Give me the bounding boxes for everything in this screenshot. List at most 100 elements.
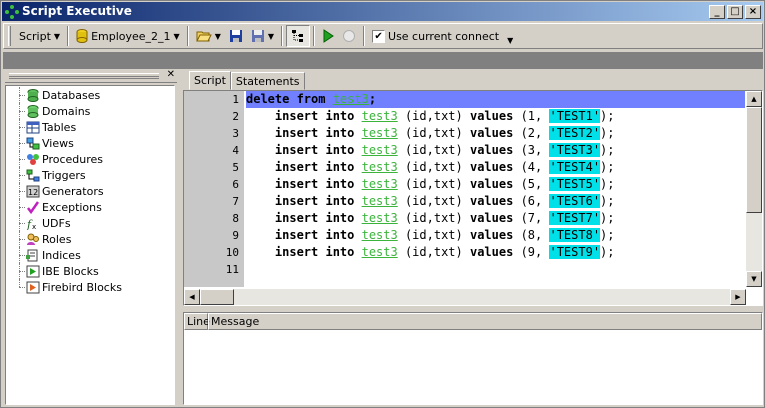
tab-statements[interactable]: Statements [230,72,305,90]
table-link[interactable]: test3 [362,177,398,191]
table-link[interactable]: test3 [362,245,398,259]
table-link[interactable]: test3 [362,126,398,140]
code-line[interactable]: insert into test3 (id,txt) values (1, 'T… [246,108,745,125]
script-editor[interactable]: 1 2 3 4 5 6 7 8 9 10 11 delete from test… [183,90,763,306]
sql-keyword: delete from [246,92,333,106]
domain-icon [27,104,39,118]
sql-value: (3, [520,143,550,157]
line-number: 8 [232,212,239,225]
table-link[interactable]: test3 [362,211,398,225]
code-line[interactable]: insert into test3 (id,txt) values (5, 'T… [246,176,745,193]
tree-item-exceptions[interactable]: Exceptions [6,199,174,215]
scroll-thumb[interactable] [200,289,234,305]
tree-item-label: Procedures [42,152,103,166]
svg-text:12: 12 [28,188,38,197]
code-line[interactable]: insert into test3 (id,txt) values (3, 'T… [246,142,745,159]
tree-item-firebird-blocks[interactable]: Firebird Blocks [6,279,174,295]
vertical-scrollbar[interactable]: ▲ ▼ [746,91,762,287]
code-line[interactable]: insert into test3 (id,txt) values (4, 'T… [246,159,745,176]
code-line[interactable]: insert into test3 (id,txt) values (6, 'T… [246,193,745,210]
tree-item-triggers[interactable]: Triggers [6,167,174,183]
sql-value: (6, [520,194,550,208]
close-button[interactable]: × [745,4,761,19]
line-number: 4 [232,144,239,157]
column-header-line[interactable]: Line [184,313,210,330]
connection-select[interactable]: Employee_2_1 ▼ [72,25,184,47]
sql-value: (4, [520,160,550,174]
code-line[interactable]: insert into test3 (id,txt) values (9, 'T… [246,244,745,261]
code-line[interactable]: insert into test3 (id,txt) values (7, 'T… [246,210,745,227]
stop-button[interactable] [338,25,360,47]
tree-item-roles[interactable]: Roles [6,231,174,247]
checkbox-check-icon[interactable]: ✔ [372,29,386,43]
panel-grip[interactable] [9,73,159,79]
database-icon [76,29,88,43]
run-button[interactable] [318,25,338,47]
exception-icon [27,200,40,214]
tree-structure-icon [292,30,304,42]
tree-item-label: Tables [42,120,77,134]
table-link[interactable]: test3 [362,228,398,242]
sql-punct: ); [600,228,615,242]
object-tree-panel: ✕ Databases Domains Tables Views Procedu… [5,69,177,405]
line-number: 6 [232,178,239,191]
svg-text:x: x [32,223,36,230]
minimize-button[interactable]: _ [709,4,725,19]
sql-value: (5, [520,177,550,191]
save-button[interactable] [225,25,247,47]
open-button[interactable]: ▼ [192,25,225,47]
sql-keyword: insert into [274,194,362,208]
sql-value: (7, [520,211,550,225]
sql-keyword: insert into [274,126,362,140]
table-link[interactable]: test3 [333,92,369,106]
tab-script[interactable]: Script [189,71,231,90]
line-number-gutter: 1 2 3 4 5 6 7 8 9 10 11 [184,91,244,287]
code-line[interactable]: insert into test3 (id,txt) values (8, 'T… [246,227,745,244]
scroll-left-icon[interactable]: ◀ [184,289,200,305]
table-link[interactable]: test3 [362,143,398,157]
connection-label: Employee_2_1 [91,29,171,43]
horizontal-scrollbar[interactable]: ◀ ▶ [184,289,746,305]
code-line[interactable] [246,261,745,278]
save-as-icon [251,30,264,42]
code-line[interactable]: delete from test3; [246,91,745,108]
scroll-down-icon[interactable]: ▼ [746,271,762,287]
table-link[interactable]: test3 [362,194,398,208]
title-bar[interactable]: Script Executive _ □ × [2,2,763,21]
code-area[interactable]: delete from test3; insert into test3 (id… [246,91,745,287]
tree-view-toggle[interactable] [286,25,311,47]
line-number: 9 [232,229,239,242]
script-menu-button[interactable]: Script ▼ [15,25,64,47]
scroll-right-icon[interactable]: ▶ [730,289,746,305]
table-link[interactable]: test3 [362,109,398,123]
tree-item-domains[interactable]: Domains [6,103,174,119]
sql-keyword: values [469,245,521,259]
sql-columns: (id,txt) [397,177,470,191]
toolbar-grip[interactable] [8,26,11,46]
scroll-up-icon[interactable]: ▲ [746,91,762,107]
tree-item-databases[interactable]: Databases [6,87,174,103]
sql-keyword: insert into [274,211,362,225]
tree-item-udfs[interactable]: fx UDFs [6,215,174,231]
sql-string: 'TEST1' [549,109,601,123]
sql-keyword: values [469,177,521,191]
tree-item-indices[interactable]: Indices [6,247,174,263]
tree-item-procedures[interactable]: Procedures [6,151,174,167]
save-icon [229,30,242,42]
save-as-button[interactable]: ▼ [247,25,278,47]
toolbar-separator [186,26,189,46]
scroll-thumb[interactable] [746,107,762,213]
table-link[interactable]: test3 [362,160,398,174]
tree-item-tables[interactable]: Tables [6,119,174,135]
use-current-connection-checkbox[interactable]: ✔ Use current connect [368,25,503,47]
maximize-button[interactable]: □ [727,4,743,19]
tree-item-views[interactable]: Views [6,135,174,151]
sql-keyword: insert into [274,228,362,242]
column-header-message[interactable]: Message [208,313,762,330]
toolbar-overflow-button[interactable]: ▼ [503,25,517,47]
code-line[interactable]: insert into test3 (id,txt) values (2, 'T… [246,125,745,142]
tree-item-generators[interactable]: 12 Generators [6,183,174,199]
script-tabs: Script Statements [183,71,763,90]
close-icon[interactable]: ✕ [167,69,175,80]
tree-item-ibe-blocks[interactable]: IBE Blocks [6,263,174,279]
